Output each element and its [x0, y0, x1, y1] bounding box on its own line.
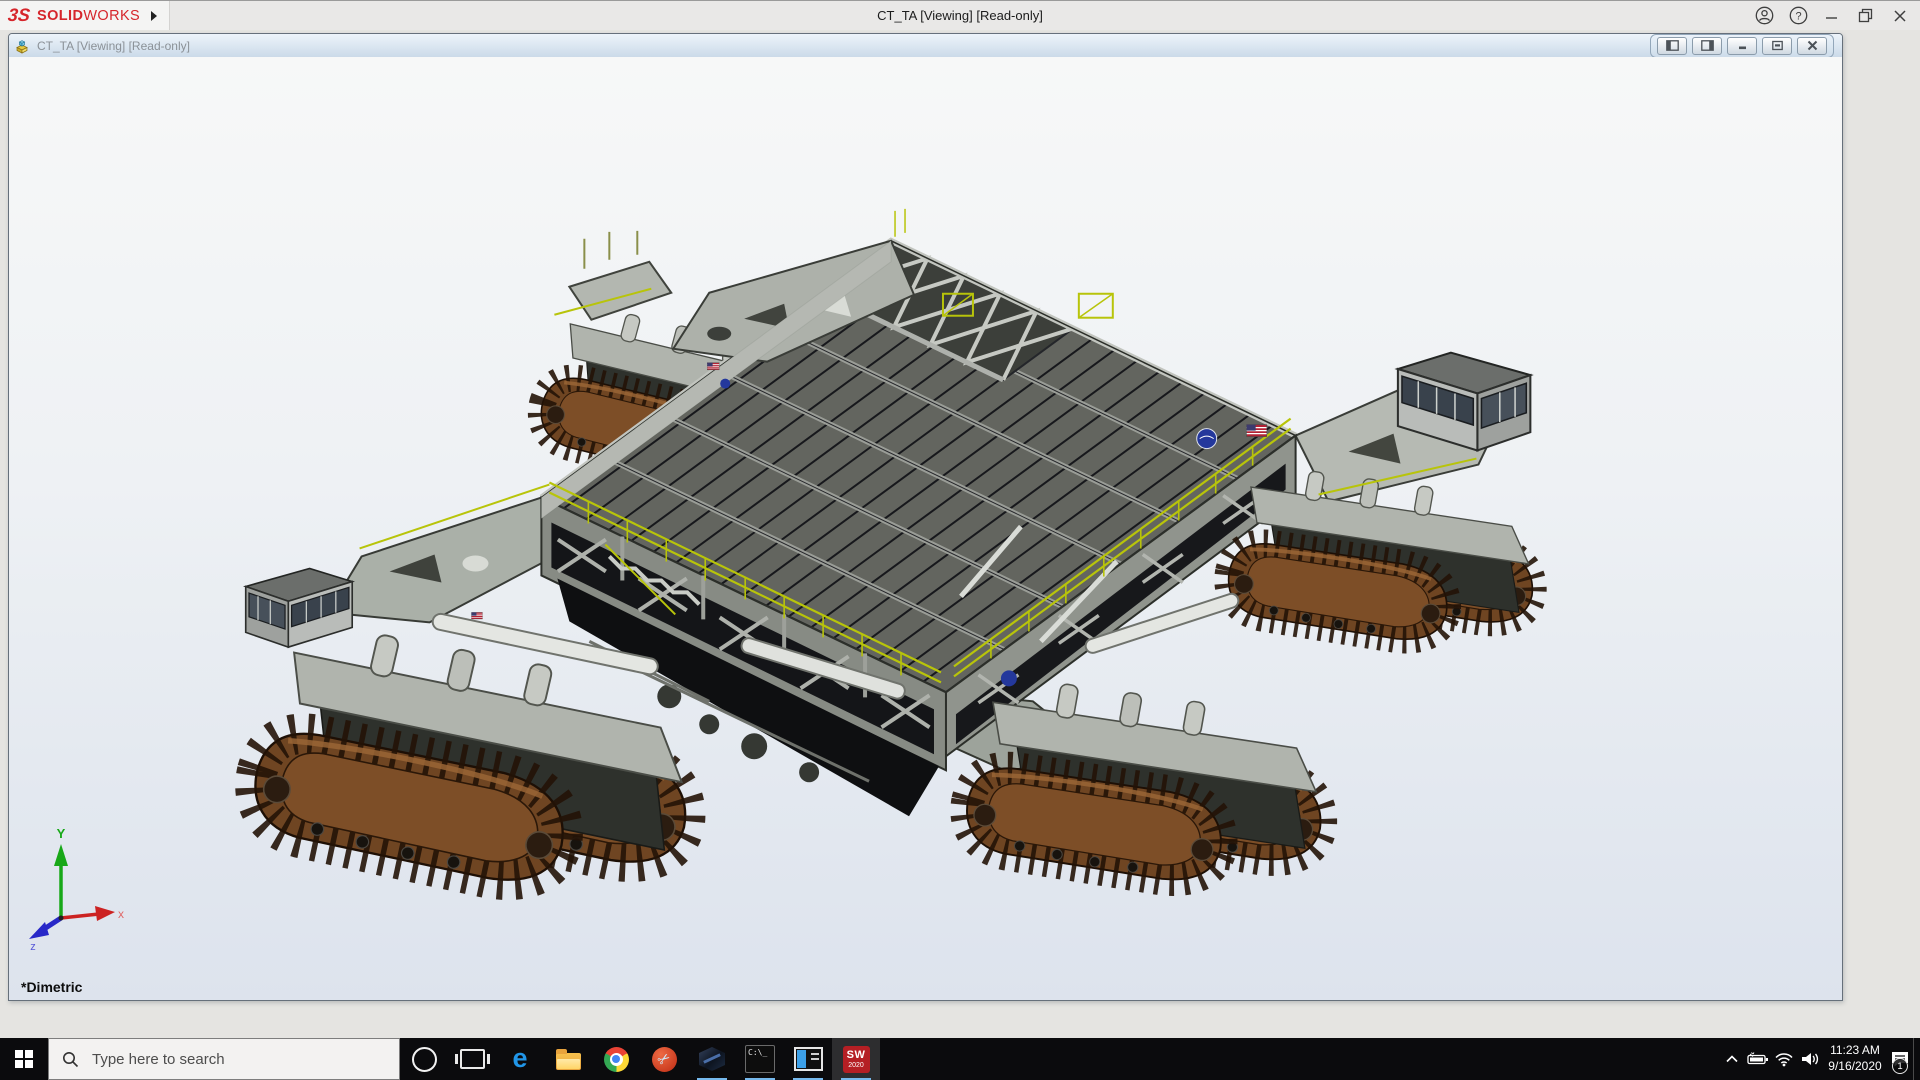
doc-minimize-button[interactable]: [1727, 36, 1757, 55]
pane-left-button[interactable]: [1657, 36, 1687, 55]
document-window: CT_TA [Viewing] [Read-only] Y x z *Dimet…: [8, 33, 1843, 1001]
help-icon[interactable]: ?: [1788, 6, 1808, 26]
solidworks-icon: SW 2020: [842, 1045, 870, 1073]
dassault-3s-icon: 3S: [7, 5, 32, 25]
taskbar-clock[interactable]: 11:23 AM 9/16/2020: [1823, 1038, 1887, 1080]
tray-volume-button[interactable]: [1797, 1038, 1823, 1080]
command-prompt-icon: C:\_: [745, 1045, 775, 1073]
svg-text:x: x: [118, 907, 124, 921]
view-orientation-label: *Dimetric: [21, 979, 83, 995]
svg-text:Y: Y: [57, 826, 66, 841]
chrome-button[interactable]: [592, 1038, 640, 1080]
command-prompt-button[interactable]: C:\_: [736, 1038, 784, 1080]
model-rear-structures: [554, 230, 673, 321]
tray-date: 9/16/2020: [1828, 1059, 1882, 1073]
tray-chevron-button[interactable]: [1719, 1038, 1745, 1080]
notification-badge: 1: [1892, 1058, 1908, 1074]
start-button[interactable]: [0, 1038, 48, 1080]
assembly-document-icon: [16, 39, 28, 54]
show-desktop-button[interactable]: [1913, 1038, 1920, 1080]
svg-text:?: ?: [1795, 10, 1801, 22]
battery-icon: [1747, 1052, 1768, 1065]
search-icon: [63, 1051, 79, 1067]
snip-tool-button[interactable]: ✂: [640, 1038, 688, 1080]
system-tray: 11:23 AM 9/16/2020 1: [1719, 1038, 1920, 1080]
window-title: CT_TA [Viewing] [Read-only]: [877, 8, 1043, 23]
chevron-up-icon: [1726, 1055, 1738, 1063]
windows-logo-icon: [15, 1050, 33, 1068]
mdi-client-area: CT_TA [Viewing] [Read-only] Y x z *Dimet…: [0, 30, 1920, 1038]
document-title: CT_TA [Viewing] [Read-only]: [37, 38, 190, 53]
search-input[interactable]: [90, 1049, 374, 1069]
chrome-icon: [603, 1046, 629, 1072]
edge-icon: e: [512, 1042, 528, 1073]
media-app-icon: [793, 1047, 823, 1071]
solidworks-wordmark: SOLIDWORKS: [37, 7, 141, 24]
hexagon-app-icon: [699, 1047, 725, 1071]
solidworks-taskbar-button[interactable]: SW 2020: [832, 1038, 880, 1080]
task-view-icon: [454, 1049, 490, 1069]
media-app-button[interactable]: [784, 1038, 832, 1080]
document-titlebar: CT_TA [Viewing] [Read-only]: [9, 33, 1842, 58]
task-view-button[interactable]: [448, 1038, 496, 1080]
taskbar: e ✂ C:\_ SW 2020: [0, 1038, 1920, 1080]
edge-button[interactable]: e: [496, 1038, 544, 1080]
screen: CT_TA [Viewing] [Read-only] 3S SOLIDWORK…: [0, 0, 1920, 1080]
solidworks-logo-menu[interactable]: 3S SOLIDWORKS: [0, 1, 171, 30]
3d-viewport[interactable]: Y x z *Dimetric: [9, 57, 1842, 1000]
close-button[interactable]: [1890, 6, 1910, 26]
svg-text:z: z: [30, 941, 36, 952]
crawler-transporter-model: [9, 208, 1842, 1000]
speaker-icon: [1801, 1053, 1818, 1065]
document-window-controls: [1650, 33, 1834, 58]
doc-restore-button[interactable]: [1762, 36, 1792, 55]
action-center-button[interactable]: 1: [1887, 1038, 1913, 1080]
minimize-button[interactable]: [1822, 6, 1842, 26]
hexagon-app-button[interactable]: [688, 1038, 736, 1080]
wifi-icon: [1775, 1053, 1793, 1067]
orientation-triad: Y x z: [29, 826, 124, 952]
app-titlebar: CT_TA [Viewing] [Read-only] 3S SOLIDWORK…: [0, 0, 1920, 31]
pane-right-button[interactable]: [1692, 36, 1722, 55]
restore-button[interactable]: [1856, 6, 1876, 26]
titlebar-controls: ?: [1754, 6, 1920, 26]
tray-battery-button[interactable]: [1745, 1038, 1771, 1080]
doc-close-button[interactable]: [1797, 36, 1827, 55]
file-explorer-button[interactable]: [544, 1038, 592, 1080]
cortana-icon: [411, 1046, 437, 1072]
cortana-button[interactable]: [400, 1038, 448, 1080]
taskbar-search[interactable]: [48, 1038, 400, 1080]
tray-time: 11:23 AM: [1830, 1043, 1880, 1058]
user-account-icon[interactable]: [1754, 6, 1774, 26]
file-explorer-icon: [555, 1048, 581, 1070]
tray-wifi-button[interactable]: [1771, 1038, 1797, 1080]
snip-tool-icon: ✂: [651, 1046, 677, 1072]
menu-expand-arrow-icon: [151, 10, 158, 21]
